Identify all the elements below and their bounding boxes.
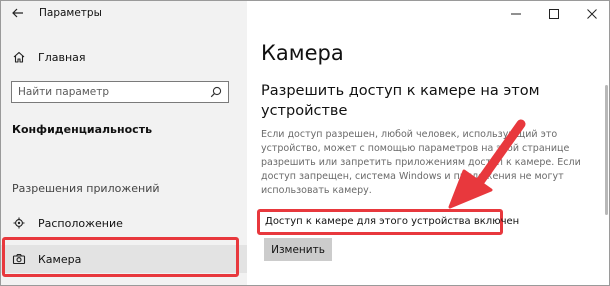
sidebar-item-label: Расположение <box>38 216 123 230</box>
page-title: Камера <box>261 41 344 65</box>
sidebar-item-home[interactable]: Главная <box>1 43 247 71</box>
home-icon <box>12 50 26 64</box>
search-icon[interactable] <box>210 86 222 98</box>
scrollbar[interactable] <box>605 85 608 215</box>
section-title: Конфиденциальность <box>12 123 153 136</box>
window-controls <box>497 1 609 27</box>
group-title: Разрешения приложений <box>12 182 160 195</box>
camera-icon <box>12 252 26 266</box>
minimize-icon <box>511 13 521 15</box>
search-box[interactable] <box>11 81 229 103</box>
camera-status-text: Доступ к камере для этого устройства вкл… <box>265 216 520 227</box>
maximize-button[interactable] <box>535 1 573 27</box>
arrow-left-icon <box>12 8 23 18</box>
status-highlight-frame: Доступ к камере для этого устройства вкл… <box>257 209 519 235</box>
description-text: Если доступ разрешен, любой человек, исп… <box>261 129 581 196</box>
sidebar: Параметры Главная Конфиденциальность Раз… <box>1 1 247 285</box>
section-heading: Разрешить доступ к камере на этом устрой… <box>261 83 540 119</box>
close-button[interactable] <box>573 1 609 27</box>
maximize-icon <box>549 9 559 19</box>
sidebar-item-location[interactable]: Расположение <box>1 209 247 237</box>
search-input[interactable] <box>18 84 198 100</box>
main-content: Камера Разрешить доступ к камере на этом… <box>247 1 609 285</box>
minimize-button[interactable] <box>497 1 535 27</box>
location-icon <box>12 216 26 230</box>
sidebar-item-camera[interactable]: Камера <box>1 245 247 273</box>
sidebar-item-label: Камера <box>38 252 82 266</box>
change-button[interactable]: Изменить <box>264 238 332 261</box>
close-icon <box>587 9 597 19</box>
settings-window: Параметры Главная Конфиденциальность Раз… <box>0 0 610 286</box>
sidebar-item-label: Главная <box>38 50 86 64</box>
window-title: Параметры <box>39 7 102 19</box>
back-button[interactable] <box>7 4 29 22</box>
